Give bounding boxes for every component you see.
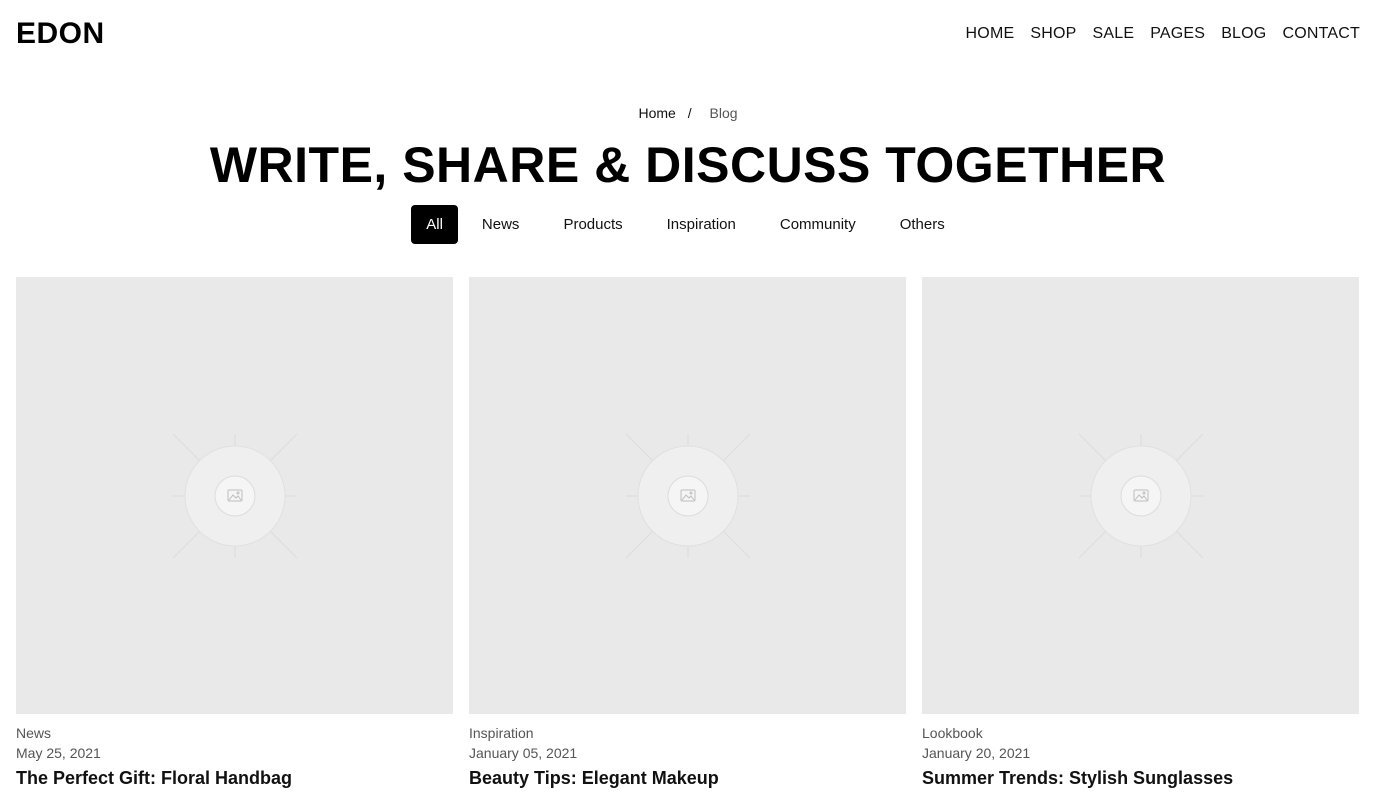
main-nav: HOME SHOP SALE PAGES BLOG CONTACT <box>966 24 1360 44</box>
filter-community-button[interactable]: Community <box>760 205 876 244</box>
post-title-link[interactable]: Beauty Tips: Elegant Makeup <box>469 767 906 789</box>
post-date: January 20, 2021 <box>922 745 1031 761</box>
post-category[interactable]: Inspiration <box>469 724 906 742</box>
breadcrumb-home-link[interactable]: Home <box>638 105 675 121</box>
blog-post-grid: News May 25, 2021 The Perfect Gift: Flor… <box>16 277 1360 789</box>
blog-post-card: News May 25, 2021 The Perfect Gift: Flor… <box>16 277 453 789</box>
post-image-placeholder[interactable] <box>469 277 906 714</box>
filter-inspiration-button[interactable]: Inspiration <box>647 205 756 244</box>
filter-others-button[interactable]: Others <box>880 205 965 244</box>
post-date: May 25, 2021 <box>16 745 101 761</box>
nav-item-pages[interactable]: PAGES <box>1150 24 1205 44</box>
page-title: WRITE, SHARE & DISCUSS TOGETHER <box>209 137 1167 193</box>
post-image-placeholder[interactable] <box>16 277 453 714</box>
image-placeholder-icon <box>1078 433 1203 558</box>
post-category[interactable]: News <box>16 724 453 742</box>
breadcrumb: Home / Blog <box>0 104 1376 122</box>
post-date: January 05, 2021 <box>469 745 578 761</box>
filter-news-button[interactable]: News <box>462 205 540 244</box>
nav-item-contact[interactable]: CONTACT <box>1282 24 1360 44</box>
post-image-placeholder[interactable] <box>922 277 1359 714</box>
nav-item-blog[interactable]: BLOG <box>1221 24 1266 44</box>
image-placeholder-icon <box>172 433 297 558</box>
blog-post-card: Lookbook January 20, 2021 Summer Trends:… <box>922 277 1359 789</box>
blog-post-card: Inspiration January 05, 2021 Beauty Tips… <box>469 277 906 789</box>
breadcrumb-current: Blog <box>709 105 738 121</box>
nav-item-sale[interactable]: SALE <box>1093 24 1135 44</box>
breadcrumb-separator: / <box>687 105 692 121</box>
nav-item-shop[interactable]: SHOP <box>1030 24 1076 44</box>
nav-item-home[interactable]: HOME <box>966 24 1015 44</box>
site-header: EDON HOME SHOP SALE PAGES BLOG CONTACT <box>0 0 1376 70</box>
post-category[interactable]: Lookbook <box>922 724 1359 742</box>
category-filters: All News Products Inspiration Community … <box>0 205 1376 244</box>
post-title-link[interactable]: Summer Trends: Stylish Sunglasses <box>922 767 1359 789</box>
post-title-link[interactable]: The Perfect Gift: Floral Handbag <box>16 767 453 789</box>
filter-products-button[interactable]: Products <box>543 205 642 244</box>
image-placeholder-icon <box>625 433 750 558</box>
filter-all-button[interactable]: All <box>411 205 458 244</box>
site-logo[interactable]: EDON <box>16 16 105 52</box>
